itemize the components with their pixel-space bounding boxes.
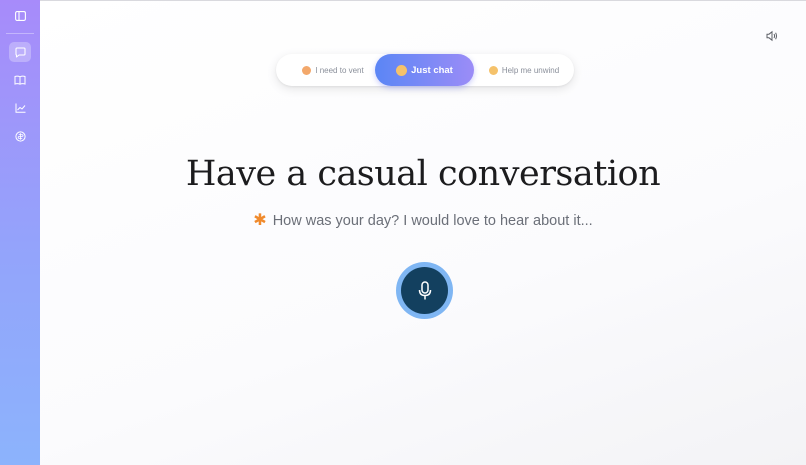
- chat-bubble-icon: [14, 46, 26, 58]
- prompt-text: How was your day? I would love to hear a…: [272, 213, 593, 229]
- mood-option-label: I need to vent: [315, 65, 364, 75]
- chart-icon: [15, 103, 25, 113]
- mood-option-chat[interactable]: Just chat: [375, 54, 474, 86]
- mood-option-label: Just chat: [411, 64, 453, 76]
- mood-option-label: Help me unwind: [501, 65, 560, 75]
- toggle-sidebar-button[interactable]: [9, 6, 31, 26]
- conversation-prompt: ✱ How was your day? I would love to hear …: [40, 210, 806, 230]
- mood-option-vent[interactable]: I need to vent: [288, 54, 378, 86]
- speaker-icon: [766, 30, 777, 42]
- book-icon: [14, 75, 26, 85]
- asterisk-icon: ✱: [253, 212, 267, 229]
- sidebar-divider: [6, 33, 34, 34]
- sidebar-item-explore[interactable]: [9, 126, 31, 146]
- mood-option-unwind[interactable]: Help me unwind: [479, 54, 569, 86]
- mic-button-ring[interactable]: [396, 262, 453, 319]
- sidebar-item-journal[interactable]: [9, 70, 31, 90]
- smile-emoji-icon: [396, 64, 408, 76]
- panel-left-icon: [14, 11, 26, 21]
- main-area: I need to vent Just chat Help me unwind …: [40, 0, 806, 465]
- sidebar: [0, 0, 40, 465]
- microphone-icon: [418, 280, 431, 299]
- sidebar-item-chat[interactable]: [9, 42, 31, 62]
- sound-toggle-button[interactable]: [766, 29, 780, 43]
- relieved-emoji-icon: [488, 65, 498, 75]
- mic-button[interactable]: [401, 267, 448, 314]
- compass-icon: [14, 130, 26, 142]
- mood-selector: I need to vent Just chat Help me unwind: [276, 54, 574, 86]
- sidebar-item-insights[interactable]: [9, 98, 31, 118]
- face-emoji-icon: [302, 65, 312, 75]
- page-title: Have a casual conversation: [185, 154, 661, 194]
